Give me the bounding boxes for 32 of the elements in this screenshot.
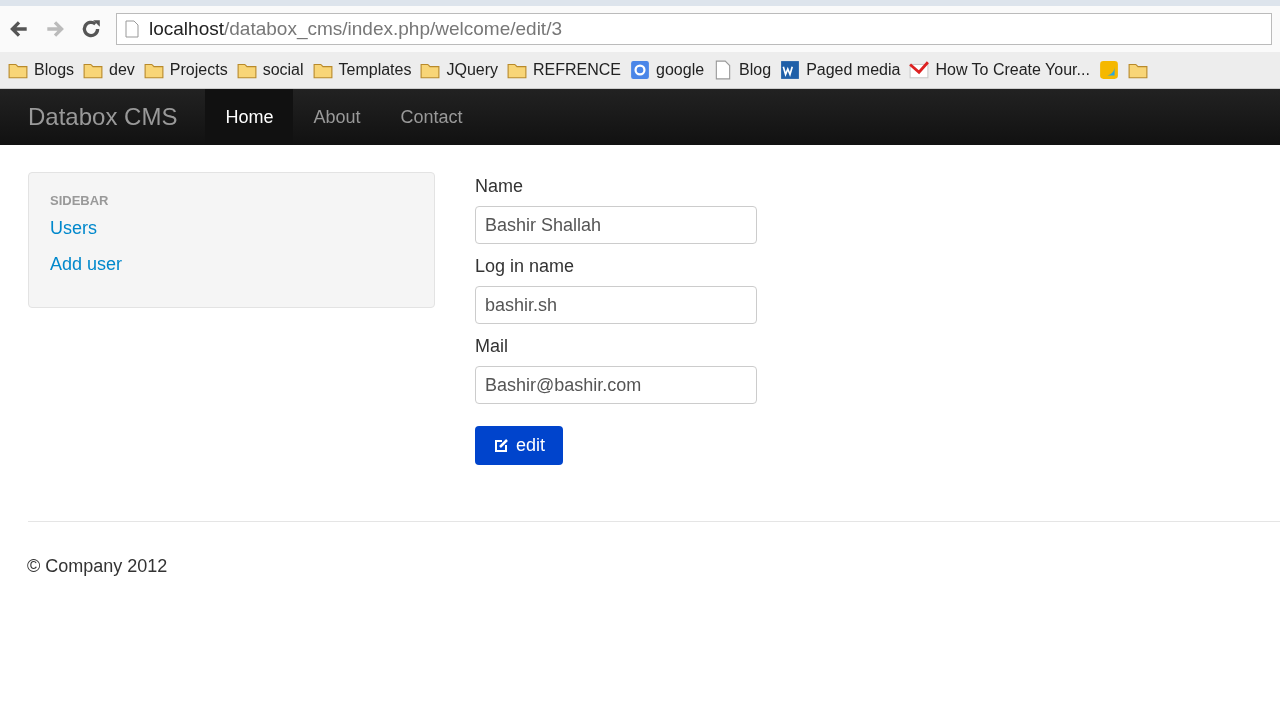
page-icon	[125, 20, 139, 38]
text-field[interactable]: Bashir Shallah	[475, 206, 757, 244]
nav-link[interactable]: Contact	[380, 89, 483, 145]
text-field[interactable]: bashir.sh	[475, 286, 757, 324]
field-label: Mail	[475, 336, 508, 357]
mail-icon	[909, 60, 930, 80]
bookmark-item[interactable]: Templates	[312, 60, 412, 80]
app-icon[interactable]	[1098, 60, 1119, 80]
edit-button[interactable]: edit	[475, 426, 564, 465]
bookmark-item[interactable]: Blog	[713, 60, 772, 80]
w3-icon	[780, 60, 801, 80]
brand-link[interactable]: Databox CMS	[28, 103, 178, 131]
sidebar-heading: SIDEBAR	[50, 193, 110, 208]
bookmark-item[interactable]: social	[236, 60, 304, 80]
bookmark-item[interactable]: JQuery	[420, 60, 499, 80]
sidebar-link[interactable]: Users	[50, 218, 434, 254]
bookmark-item[interactable]: How To Create Your...	[909, 60, 1090, 80]
bookmark-item[interactable]: google	[630, 60, 705, 80]
bookmark-item[interactable]: Paged media	[780, 60, 901, 80]
bookmark-item[interactable]: Blogs	[8, 60, 75, 80]
reload-icon[interactable]	[80, 18, 102, 40]
bookmark-item[interactable]: REFRENCE	[507, 60, 622, 80]
field-label: Log in name	[475, 256, 575, 277]
bookmark-item[interactable]: dev	[83, 60, 135, 80]
address-bar[interactable]: localhost/databox_cms/index.php/welcome/edit/3	[116, 13, 1272, 45]
bookmark-item[interactable]: Projects	[143, 60, 228, 80]
sidebar-link[interactable]: Add user	[50, 254, 434, 290]
text-field[interactable]: Bashir@bashir.com	[475, 366, 757, 404]
edit-icon	[493, 437, 509, 454]
nav-link[interactable]: About	[293, 89, 381, 145]
field-label: Name	[475, 176, 523, 197]
footer-text: © Company 2012	[27, 556, 169, 577]
